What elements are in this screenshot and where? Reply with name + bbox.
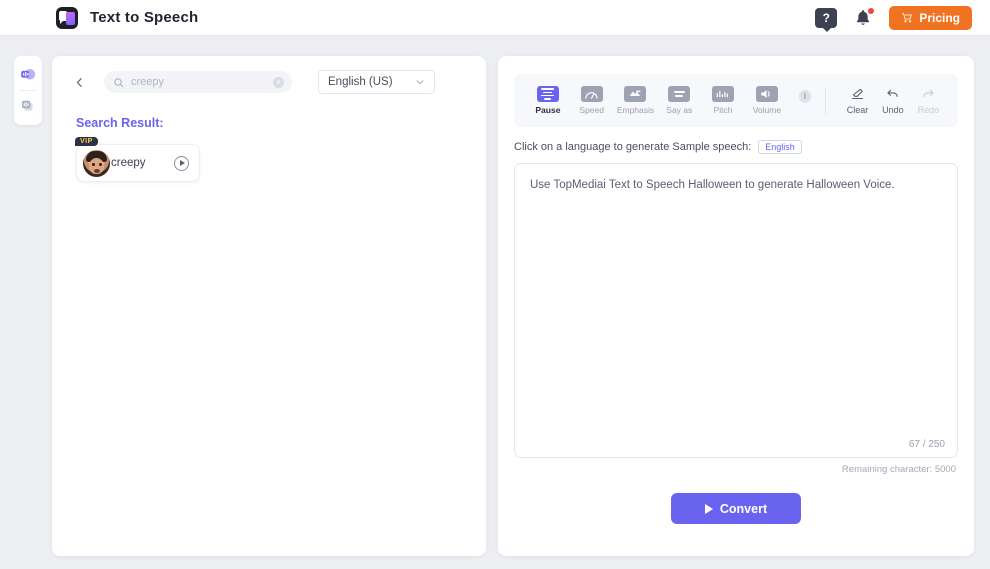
tool-pause[interactable]: Pause — [526, 86, 570, 115]
convert-label: Convert — [719, 501, 768, 516]
language-select[interactable]: English (US) — [318, 70, 435, 94]
back-button[interactable] — [68, 71, 90, 93]
brand: Text to Speech — [56, 6, 199, 29]
text-editor-wrapper: 67 / 250 — [514, 163, 958, 458]
redo-button[interactable]: Redo — [911, 86, 946, 115]
chevron-down-icon — [416, 80, 424, 85]
app-header: Text to Speech ? Pricing — [0, 0, 990, 36]
pitch-bars-icon — [712, 86, 735, 102]
search-result-title: Search Result: — [76, 116, 164, 130]
volume-speaker-icon — [755, 86, 778, 102]
convert-button[interactable]: Convert — [671, 493, 801, 524]
undo-label: Undo — [882, 105, 904, 115]
search-icon — [114, 77, 124, 87]
left-rail — [14, 56, 42, 125]
toolbar-divider — [824, 86, 826, 115]
tool-pitch-label: Pitch — [713, 105, 733, 115]
ssml-toolbar: Pause Speed Emphasis Say as Pitch Volume… — [514, 74, 958, 127]
voice-name-label: creepy — [111, 157, 146, 169]
emphasis-icon — [624, 86, 647, 102]
language-prompt-text: Click on a language to generate Sample s… — [514, 141, 752, 153]
language-select-value: English (US) — [328, 76, 393, 88]
play-icon — [704, 503, 713, 514]
notification-badge-dot — [867, 6, 876, 15]
clear-button[interactable]: Clear — [840, 86, 875, 115]
rail-item-voice-library[interactable] — [14, 91, 42, 121]
tool-volume[interactable]: Volume — [745, 86, 789, 115]
voice-result-card[interactable]: VIP creepy — [75, 137, 200, 182]
pricing-button[interactable]: Pricing — [889, 5, 972, 30]
pricing-label: Pricing — [919, 10, 960, 25]
clear-circle-icon[interactable]: × — [273, 76, 284, 88]
undo-button[interactable]: Undo — [875, 86, 910, 115]
info-icon[interactable]: i — [798, 89, 811, 103]
convert-row: Convert — [498, 493, 974, 524]
search-box[interactable]: × — [104, 71, 292, 93]
chevron-left-icon — [76, 77, 82, 87]
page-title: Text to Speech — [90, 9, 199, 26]
character-count: 67 / 250 — [908, 439, 945, 450]
search-row: × English (US) — [52, 56, 486, 94]
shopping-cart-icon — [902, 12, 913, 22]
tool-emphasis-label: Emphasis — [616, 105, 655, 115]
notification-bell-icon[interactable] — [853, 6, 876, 28]
pause-marker-icon — [536, 86, 559, 102]
language-prompt-row: Click on a language to generate Sample s… — [514, 140, 974, 154]
redo-label: Redo — [917, 105, 940, 115]
play-circle-icon[interactable] — [174, 155, 189, 171]
tool-emphasis[interactable]: Emphasis — [614, 86, 658, 115]
tool-speed[interactable]: Speed — [570, 86, 614, 115]
say-as-icon — [668, 86, 691, 102]
help-question-icon[interactable]: ? — [815, 7, 838, 32]
tool-say-as-label: Say as — [666, 105, 693, 115]
app-logo-icon — [56, 6, 78, 29]
tool-volume-label: Volume — [752, 105, 782, 115]
rail-item-text-to-speech[interactable] — [14, 60, 42, 90]
search-input[interactable] — [131, 76, 271, 88]
text-to-speech-icon — [21, 69, 36, 80]
voice-cloning-icon — [22, 100, 33, 111]
voice-search-panel: × English (US) Search Result: VIP creepy — [52, 56, 486, 556]
speed-gauge-icon — [580, 86, 603, 102]
remaining-character-label: Remaining character: 5000 — [841, 464, 956, 475]
avatar — [83, 150, 110, 177]
editor-panel: Pause Speed Emphasis Say as Pitch Volume… — [498, 56, 974, 556]
redo-arrow-icon — [923, 89, 934, 97]
language-chip-english[interactable]: English — [758, 140, 802, 154]
tool-pause-label: Pause — [535, 105, 561, 115]
vip-badge: VIP — [75, 137, 98, 146]
tool-speed-label: Speed — [579, 105, 604, 115]
text-editor-input[interactable] — [515, 164, 957, 457]
clear-label: Clear — [846, 105, 869, 115]
undo-arrow-icon — [887, 89, 898, 97]
tool-say-as[interactable]: Say as — [657, 86, 701, 115]
header-actions: ? Pricing — [815, 5, 972, 32]
eraser-icon — [852, 88, 864, 100]
tool-pitch[interactable]: Pitch — [701, 86, 745, 115]
